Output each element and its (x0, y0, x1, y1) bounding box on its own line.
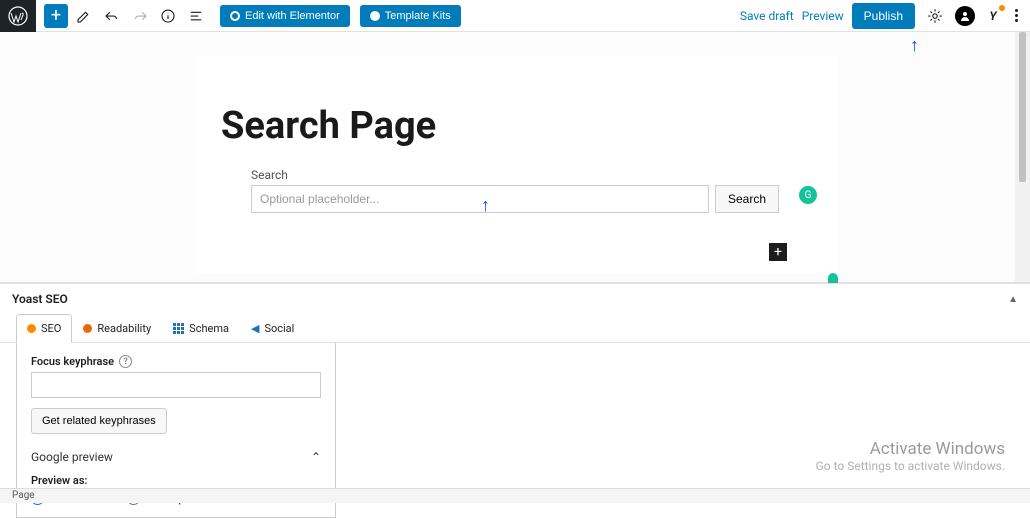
undo-icon (103, 7, 121, 25)
avatar[interactable] (955, 6, 975, 26)
bottom-status-bar: Page (0, 488, 1030, 503)
yoast-tabs: SEO Readability Schema ◀ Social (0, 314, 1030, 343)
tab-social[interactable]: ◀ Social (240, 314, 305, 342)
search-block[interactable]: Search Search (221, 168, 809, 213)
redo-button[interactable] (128, 4, 152, 28)
search-button[interactable]: Search (715, 185, 779, 213)
search-row: Search (251, 185, 779, 213)
preview-as-label: Preview as: (31, 474, 321, 487)
tab-seo[interactable]: SEO (16, 314, 72, 343)
tab-label: Readability (97, 322, 151, 335)
watermark-title: Activate Windows (816, 439, 1005, 459)
user-icon (959, 10, 971, 22)
grammarly-partial-icon (828, 273, 838, 283)
search-input[interactable] (251, 185, 709, 213)
gear-icon (926, 7, 944, 25)
tab-label: SEO (41, 322, 61, 335)
save-draft-button[interactable]: Save draft (740, 9, 794, 23)
template-kits-label: Template Kits (385, 10, 451, 22)
outline-button[interactable] (184, 4, 208, 28)
scrollbar-thumb[interactable] (1019, 32, 1026, 182)
redo-icon (131, 7, 149, 25)
annotation-arrow-icon: ↑ (481, 195, 490, 216)
tab-label: Social (264, 322, 294, 335)
envato-icon (370, 11, 380, 21)
status-dot-icon (999, 5, 1005, 11)
chevron-up-icon: ⌃ (311, 450, 321, 464)
tab-schema[interactable]: Schema (162, 314, 240, 342)
elementor-icon (230, 11, 240, 21)
share-icon: ◀ (251, 322, 259, 335)
wordpress-logo[interactable] (0, 0, 36, 32)
search-field-label: Search (251, 168, 779, 182)
yoast-icon-button[interactable]: Y (983, 6, 1003, 26)
edit-with-elementor-button[interactable]: Edit with Elementor (220, 5, 350, 27)
watermark-subtitle: Go to Settings to activate Windows. (816, 459, 1005, 473)
scrollbar[interactable] (1015, 32, 1030, 283)
yoast-panel-title: Yoast SEO (12, 292, 68, 306)
toolbar-right: Save draft Preview Publish Y (740, 3, 1022, 29)
settings-button[interactable] (923, 4, 947, 28)
elementor-label: Edit with Elementor (245, 10, 340, 22)
annotation-arrow-icon: ↑ (910, 35, 919, 56)
editor-topbar: + Edit with Elementor Template Kits Save… (0, 0, 1030, 32)
focus-keyphrase-input[interactable] (31, 372, 321, 398)
yoast-logo-icon: Y (989, 9, 996, 23)
publish-button[interactable]: Publish (852, 3, 915, 29)
yoast-panel-header[interactable]: Yoast SEO ▲ (0, 284, 1030, 314)
edit-mode-button[interactable] (72, 4, 96, 28)
tab-label: Schema (189, 322, 229, 335)
status-dot-icon (83, 324, 92, 333)
grid-icon (173, 323, 184, 334)
page-content: Search Page Search Search G + (193, 56, 837, 273)
add-block-button[interactable]: + (44, 4, 68, 28)
google-preview-toggle[interactable]: Google preview ⌃ (31, 450, 321, 464)
status-text: Page (12, 490, 35, 501)
undo-button[interactable] (100, 4, 124, 28)
add-block-inline-button[interactable]: + (769, 243, 787, 261)
google-preview-label: Google preview (31, 450, 113, 464)
pencil-icon (75, 7, 93, 25)
tab-readability[interactable]: Readability (72, 314, 162, 342)
focus-keyphrase-label: Focus keyphrase? (31, 355, 321, 368)
get-related-keyphrases-button[interactable]: Get related keyphrases (31, 408, 167, 434)
preview-button[interactable]: Preview (802, 9, 844, 23)
editor-canvas: Search Page Search Search G + (0, 32, 1030, 283)
more-options-button[interactable] (1011, 5, 1022, 26)
info-icon (159, 7, 177, 25)
info-button[interactable] (156, 4, 180, 28)
grammarly-icon[interactable]: G (799, 186, 817, 204)
windows-watermark: Activate Windows Go to Settings to activ… (816, 439, 1005, 473)
toolbar-left: + Edit with Elementor Template Kits (36, 4, 461, 28)
wordpress-icon (8, 6, 28, 26)
help-icon[interactable]: ? (119, 355, 132, 368)
page-title[interactable]: Search Page (221, 104, 809, 148)
list-icon (187, 7, 205, 25)
template-kits-button[interactable]: Template Kits (360, 5, 461, 27)
status-dot-icon (27, 324, 36, 333)
chevron-up-icon: ▲ (1008, 294, 1018, 305)
